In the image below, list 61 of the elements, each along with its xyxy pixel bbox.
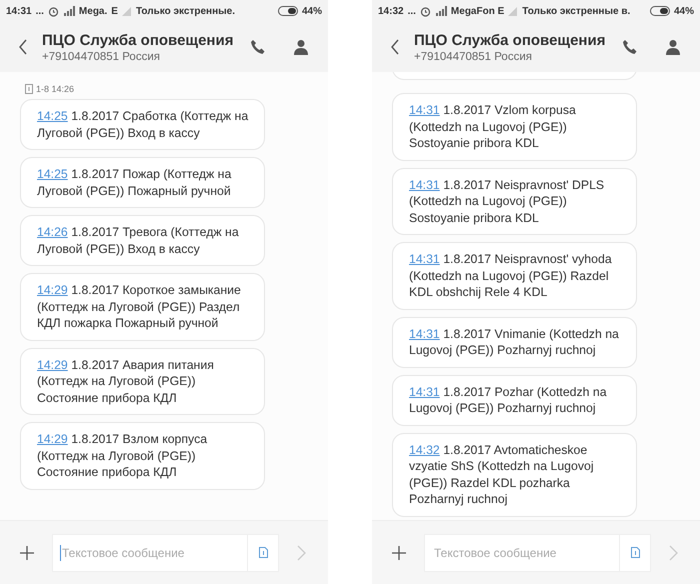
contact-icon[interactable] bbox=[294, 39, 308, 55]
message-bubble[interactable]: 14:31 1.8.2017 Vzlom korpusa (Kottedzh na Lugovoj (PGE)) Sostoyanie pribora KDL bbox=[392, 93, 637, 160]
date-label: 1-8 14:26 bbox=[36, 84, 74, 94]
signal-icon bbox=[62, 6, 75, 16]
contact-number: +79104470851 Россия bbox=[414, 50, 533, 62]
add-icon[interactable] bbox=[392, 546, 406, 560]
message-text: 14:32 1.8.2017 Avtomaticheskoe vzyatie ShS (Kottedzh na Lugovoj (PGE)) Razdel KDL pozharka Pozharnyj ruchnoj bbox=[409, 442, 595, 508]
message-bubble[interactable]: 14:31 1.8.2017 Neispravnost' vyhoda (Kottedzh na Lugovoj (PGE)) Razdel KDL obshchij Rele 4 KDL bbox=[392, 242, 637, 310]
message-text: 14:31 1.8.2017 Pozhar (Kottedzh na Lugovoj (PGE)) Pozharnyj ruchnoj bbox=[409, 384, 608, 416]
message-text: 14:25 1.8.2017 Сработка (Коттедж на Луговой (PGE)) Вход в кассу bbox=[37, 108, 250, 141]
message-input[interactable]: Текстовое сообщение bbox=[432, 544, 619, 560]
carrier-text: Mega. bbox=[78, 6, 108, 16]
message-bubble[interactable]: 14:29 1.8.2017 Короткое замыкание (Коттедж на Луговой (PGE)) Раздел КДЛ пожарка Пожарный ручной bbox=[20, 273, 265, 340]
message-bubble[interactable]: 14:31 1.8.2017 Pozhar (Kottedzh na Lugovoj (PGE)) Pozharnyj ruchnoj bbox=[392, 374, 637, 426]
sim-icon[interactable] bbox=[258, 547, 268, 558]
message-text: 14:31 1.8.2017 Vzlom korpusa (Kottedzh na Lugovoj (PGE)) Sostoyanie pribora KDL bbox=[409, 102, 577, 152]
notification-dots: ... bbox=[36, 6, 44, 16]
message-text: 14:31 1.8.2017 Neispravnost' DPLS (Kottedzh na Lugovoj (PGE)) Sostoyanie pribora KDL bbox=[409, 176, 606, 226]
message-field[interactable]: Текстовое сообщение bbox=[52, 534, 279, 572]
back-icon[interactable] bbox=[390, 39, 400, 55]
message-text: 14:29 1.8.2017 Взлом корпуса (Коттедж на Луговой (PGE)) Состояние прибора КДЛ bbox=[37, 431, 208, 480]
battery-percent: 44% bbox=[674, 6, 694, 16]
message-bubble[interactable]: 14:25 1.8.2017 Пожар (Коттедж на Луговой (PGE)) Пожарный ручной bbox=[20, 157, 265, 208]
sim-icon bbox=[25, 84, 33, 94]
message-input[interactable]: Текстовое сообщение bbox=[60, 544, 247, 560]
network-type: E bbox=[111, 6, 118, 16]
battery-percent: 44% bbox=[302, 6, 322, 16]
message-text: 14:29 1.8.2017 Короткое замыкание (Коттедж на Луговой (PGE)) Раздел КДЛ пожарка Пожарный ручной bbox=[37, 282, 242, 332]
sim-icon[interactable] bbox=[630, 547, 640, 558]
message-text: 14:26 1.8.2017 Тревога (Коттедж на Луговой (PGE)) Вход в кассу bbox=[37, 224, 240, 257]
message-bubble[interactable]: 14:29 1.8.2017 Авария питания (Коттедж на Луговой (PGE)) Состояние прибора КДЛ bbox=[20, 348, 265, 415]
carrier-text: MegaFon E bbox=[450, 6, 504, 16]
clock-text: 14:32 bbox=[378, 6, 404, 16]
message-text: 14:31 1.8.2017 Neispravnost' vyhoda (Kottedzh na Lugovoj (PGE)) Razdel KDL obshchij Rele 4 KDL bbox=[409, 251, 613, 300]
add-icon[interactable] bbox=[20, 546, 34, 560]
back-icon[interactable] bbox=[18, 39, 28, 55]
message-text: 14:31 1.8.2017 Vnimanie (Kottedzh na Lugovoj (PGE)) Pozharnyj ruchnoj bbox=[409, 326, 620, 358]
contact-number: +79104470851 Россия bbox=[42, 50, 161, 62]
message-text: 14:25 1.8.2017 Пожар (Коттедж на Луговой (PGE)) Пожарный ручной bbox=[37, 166, 232, 199]
notification-dots: ... bbox=[408, 6, 416, 16]
emergency-calls-text: Только экстренные. bbox=[136, 6, 236, 16]
message-bubble[interactable]: 14:31 1.8.2017 Neispravnost' DPLS (Kottedzh na Lugovoj (PGE)) Sostoyanie pribora KDL bbox=[392, 168, 637, 235]
clock-text: 14:31 bbox=[6, 6, 32, 16]
phone-icon[interactable] bbox=[622, 39, 638, 55]
battery-icon bbox=[650, 6, 670, 16]
message-bubble[interactable]: 14:25 1.8.2017 Сработка (Коттедж на Луговой (PGE)) Вход в кассу bbox=[20, 99, 265, 150]
message-bubble[interactable]: 14:32 1.8.2017 Avtomaticheskoe vzyatie ShS (Kottedzh na Lugovoj (PGE)) Razdel KDL pozharka Pozharnyj ruchnoj bbox=[392, 432, 637, 516]
emergency-calls-text: Только экстренные в. bbox=[522, 6, 630, 16]
contact-name: ПЦО Служба оповещения bbox=[414, 32, 606, 48]
message-field[interactable]: Текстовое сообщение bbox=[424, 534, 651, 572]
contact-name: ПЦО Служба оповещения bbox=[42, 32, 234, 48]
signal-icon bbox=[508, 6, 518, 16]
signal-icon bbox=[434, 6, 447, 16]
signal-icon bbox=[122, 6, 132, 16]
message-bubble[interactable]: 14:26 1.8.2017 Тревога (Коттедж на Луговой (PGE)) Вход в кассу bbox=[20, 215, 265, 266]
message-bubble[interactable]: 14:31 1.8.2017 Vnimanie (Kottedzh na Lugovoj (PGE)) Pozharnyj ruchnoj bbox=[392, 316, 637, 368]
phone-icon[interactable] bbox=[250, 39, 266, 55]
message-bubble[interactable]: 14:29 1.8.2017 Взлом корпуса (Коттедж на Луговой (PGE)) Состояние прибора КДЛ bbox=[20, 422, 265, 490]
battery-icon bbox=[278, 6, 298, 16]
message-text: 14:29 1.8.2017 Авария питания (Коттедж на Луговой (PGE)) Состояние прибора КДЛ bbox=[37, 356, 215, 406]
contact-icon[interactable] bbox=[666, 39, 680, 55]
